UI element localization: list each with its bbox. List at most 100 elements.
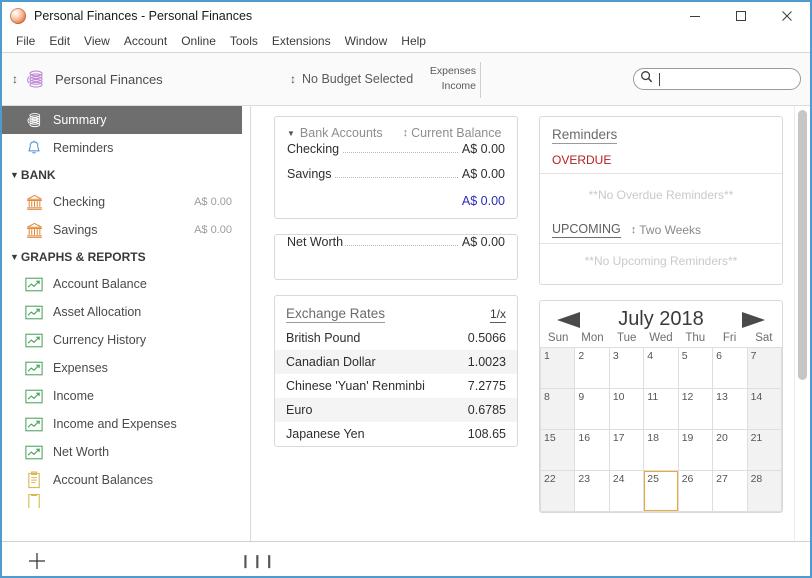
calendar-day[interactable]: 24 xyxy=(610,471,644,512)
menu-view[interactable]: View xyxy=(77,31,117,51)
calendar-day[interactable]: 1 xyxy=(541,348,575,389)
table-row[interactable]: British Pound 0.5066 xyxy=(275,326,517,350)
sidebar-item-label: Account Balance xyxy=(53,277,147,291)
weekday-sun: Sun xyxy=(541,332,575,347)
reminders-title[interactable]: Reminders xyxy=(552,127,617,144)
calendar-day[interactable]: 21 xyxy=(748,430,782,471)
income-label[interactable]: Income xyxy=(426,79,476,94)
sidebar-item-asset-allocation[interactable]: Asset Allocation xyxy=(2,298,250,326)
calendar-card: July 2018 Sun Mon Tue Wed Thu Fri Sat xyxy=(539,300,783,513)
calendar-day[interactable]: 26 xyxy=(679,471,713,512)
table-row[interactable]: Checking A$ 0.00 xyxy=(275,142,517,167)
menu-account[interactable]: Account xyxy=(117,31,174,51)
calendar-day[interactable]: 27 xyxy=(713,471,747,512)
table-row[interactable]: Japanese Yen 108.65 xyxy=(275,422,517,446)
sidebar-item-account-balances[interactable]: Account Balances xyxy=(2,466,250,494)
calendar-day[interactable]: 2 xyxy=(575,348,609,389)
plus-icon[interactable] xyxy=(27,551,47,571)
net-worth-row[interactable]: Net Worth A$ 0.00 xyxy=(275,235,517,279)
sidebar-item-reminders[interactable]: Reminders xyxy=(2,134,250,162)
expenses-label[interactable]: Expenses xyxy=(426,64,476,79)
table-row[interactable]: Chinese 'Yuan' Renminbi 7.2775 xyxy=(275,374,517,398)
calendar-day[interactable]: 16 xyxy=(575,430,609,471)
exchange-rates-title[interactable]: Exchange Rates xyxy=(286,306,385,323)
menu-extensions[interactable]: Extensions xyxy=(265,31,338,51)
sidebar-item-income[interactable]: Income xyxy=(2,382,250,410)
calendar-day[interactable]: 20 xyxy=(713,430,747,471)
close-button[interactable] xyxy=(764,2,810,30)
calendar-day[interactable]: 12 xyxy=(679,389,713,430)
calendar-day[interactable]: 17 xyxy=(610,430,644,471)
upcoming-range-selector[interactable]: ↕ Two Weeks xyxy=(631,223,701,237)
menu-tools[interactable]: Tools xyxy=(223,31,265,51)
sidebar-item-checking[interactable]: Checking A$ 0.00 xyxy=(2,188,250,216)
calendar-day[interactable]: 15 xyxy=(541,430,575,471)
search-input[interactable] xyxy=(656,70,789,88)
currency-name: Chinese 'Yuan' Renminbi xyxy=(286,379,425,393)
search-box[interactable] xyxy=(633,68,801,90)
file-selector[interactable]: ↕ Personal Finances xyxy=(12,68,163,90)
window-title: Personal Finances - Personal Finances xyxy=(34,9,252,23)
dashboard-column-right: Reminders OVERDUE **No Overdue Reminders… xyxy=(539,116,783,528)
upcoming-label[interactable]: UPCOMING xyxy=(552,222,621,238)
calendar-day[interactable]: 10 xyxy=(610,389,644,430)
balance-mode-selector[interactable]: ↕ Current Balance xyxy=(403,126,502,140)
sidebar-group-graphs-reports[interactable]: ▼ GRAPHS & REPORTS xyxy=(2,244,250,270)
calendar-day[interactable]: 13 xyxy=(713,389,747,430)
vertical-scrollbar[interactable] xyxy=(794,106,810,541)
sidebar-group-label: BANK xyxy=(21,168,56,182)
menu-online[interactable]: Online xyxy=(174,31,223,51)
next-month-icon[interactable] xyxy=(738,309,768,331)
resize-grip[interactable]: ❙❙❙ xyxy=(240,553,276,569)
calendar-day-today[interactable]: 25 xyxy=(644,471,678,512)
table-row[interactable]: Canadian Dollar 1.0023 xyxy=(275,350,517,374)
calendar-day[interactable]: 11 xyxy=(644,389,678,430)
sidebar-item-expenses[interactable]: Expenses xyxy=(2,354,250,382)
prev-month-icon[interactable] xyxy=(554,309,584,331)
menu-edit[interactable]: Edit xyxy=(42,31,77,51)
sidebar-item-label: Expenses xyxy=(53,361,108,375)
calendar-day[interactable]: 19 xyxy=(679,430,713,471)
currency-name: Japanese Yen xyxy=(286,427,365,441)
sidebar-group-bank[interactable]: ▼ BANK xyxy=(2,162,250,188)
menu-window[interactable]: Window xyxy=(338,31,395,51)
table-row[interactable]: Euro 0.6785 xyxy=(275,398,517,422)
calendar-day[interactable]: 18 xyxy=(644,430,678,471)
sidebar-item-summary[interactable]: Summary xyxy=(2,106,242,134)
chevron-down-icon[interactable]: ▼ xyxy=(287,129,295,138)
calendar-day[interactable]: 8 xyxy=(541,389,575,430)
calendar-day[interactable]: 14 xyxy=(748,389,782,430)
calendar-day[interactable]: 22 xyxy=(541,471,575,512)
sidebar-item-currency-history[interactable]: Currency History xyxy=(2,326,250,354)
maximize-button[interactable] xyxy=(718,2,764,30)
menu-file[interactable]: File xyxy=(9,31,42,51)
sidebar-item-partial[interactable] xyxy=(2,494,250,508)
calendar-day[interactable]: 28 xyxy=(748,471,782,512)
calendar-day[interactable]: 3 xyxy=(610,348,644,389)
calendar-day[interactable]: 7 xyxy=(748,348,782,389)
sidebar-item-savings[interactable]: Savings A$ 0.00 xyxy=(2,216,250,244)
calendar-day[interactable]: 4 xyxy=(644,348,678,389)
calendar-day[interactable]: 9 xyxy=(575,389,609,430)
sidebar-item-net-worth[interactable]: Net Worth xyxy=(2,438,250,466)
minimize-button[interactable] xyxy=(672,2,718,30)
content-area: Summary Reminders ▼ BANK xyxy=(2,106,810,541)
app-window: Personal Finances - Personal Finances Fi… xyxy=(0,0,812,578)
calendar-day[interactable]: 23 xyxy=(575,471,609,512)
sidebar-item-income-and-expenses[interactable]: Income and Expenses xyxy=(2,410,250,438)
sidebar-item-label: Checking xyxy=(53,195,105,209)
chart-icon xyxy=(24,358,44,378)
sidebar-item-amount: A$ 0.00 xyxy=(194,196,232,208)
search-icon xyxy=(640,70,653,88)
sidebar-item-account-balance[interactable]: Account Balance xyxy=(2,270,250,298)
calendar-day[interactable]: 5 xyxy=(679,348,713,389)
table-row[interactable]: Savings A$ 0.00 xyxy=(275,167,517,192)
calendar-day[interactable]: 6 xyxy=(713,348,747,389)
menu-help[interactable]: Help xyxy=(394,31,433,51)
bank-icon xyxy=(24,192,44,212)
scrollbar-thumb[interactable] xyxy=(798,110,807,380)
budget-selector[interactable]: ↕ No Budget Selected xyxy=(290,72,413,86)
invert-rates-button[interactable]: 1/x xyxy=(490,307,506,323)
bell-icon xyxy=(24,138,44,158)
dashboard: ▼ Bank Accounts ↕ Current Balance Checki… xyxy=(251,106,810,541)
